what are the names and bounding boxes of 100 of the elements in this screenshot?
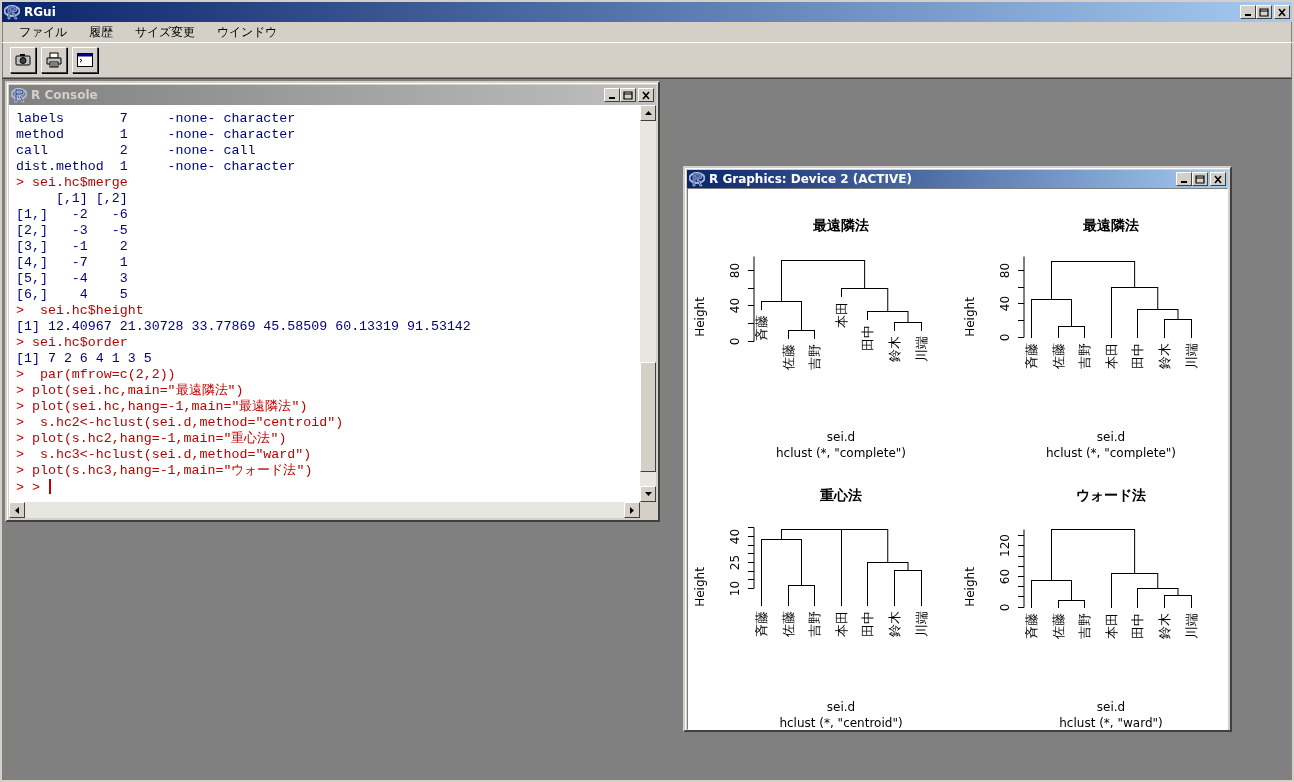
command-line: > plot(s.hc2,hang=-1,main="重心法") bbox=[16, 431, 288, 447]
tick-label: 10 bbox=[728, 580, 742, 597]
x-axis-label: sei.d bbox=[826, 430, 856, 444]
leaf-label: 斉藤 bbox=[1024, 342, 1039, 369]
output-line: [1] 12.40967 21.30728 33.77869 45.58509 60.13319 91.53142 bbox=[16, 319, 472, 335]
menu-item[interactable]: 履歴 bbox=[78, 23, 124, 41]
maximize-icon bbox=[1258, 6, 1270, 18]
output-line: [4,] -7 1 bbox=[16, 255, 129, 271]
plot-title: 重心法 bbox=[820, 487, 862, 503]
camera-icon bbox=[14, 51, 32, 69]
close-icon bbox=[1212, 173, 1224, 185]
down-arrow-icon bbox=[644, 492, 652, 496]
close-icon bbox=[640, 89, 652, 101]
close-button[interactable] bbox=[638, 88, 654, 102]
tick-label: 0 bbox=[728, 337, 742, 346]
command-line: > sei.hc$merge bbox=[16, 175, 129, 191]
leaf-label: 田中 bbox=[860, 324, 875, 351]
text-cursor bbox=[48, 479, 51, 494]
plot-title: 最遠隣法 bbox=[1083, 217, 1139, 233]
window-title: R Console bbox=[31, 87, 98, 104]
maximize-button[interactable] bbox=[1192, 172, 1208, 186]
leaf-label: 斉藤 bbox=[754, 314, 769, 341]
minimize-icon bbox=[1245, 14, 1251, 16]
open-button[interactable] bbox=[10, 47, 36, 73]
x-axis-label: sei.d bbox=[1096, 700, 1126, 714]
output-line: [1,] -2 -6 bbox=[16, 207, 129, 223]
output-line: [5,] -4 3 bbox=[16, 271, 129, 287]
command-line: > s.hc2<-hclust(sei.d,method="centroid") bbox=[16, 415, 345, 431]
leaf-label: 鈴木 bbox=[1157, 612, 1172, 639]
output-line: [3,] -1 2 bbox=[16, 239, 129, 255]
minimize-button[interactable] bbox=[604, 88, 620, 102]
tick-label: 80 bbox=[998, 262, 1012, 279]
maximize-button[interactable] bbox=[620, 88, 636, 102]
printer-icon bbox=[45, 51, 63, 69]
output-line: dist.method 1 -none- character bbox=[16, 159, 297, 175]
axis-label: Height bbox=[963, 297, 977, 337]
command-line: > sei.hc$height bbox=[16, 303, 145, 319]
leaf-label: 本田 bbox=[1104, 612, 1119, 639]
leaf-label: 鈴木 bbox=[887, 610, 902, 637]
menu-item[interactable]: ウインドウ bbox=[206, 23, 288, 41]
close-button[interactable] bbox=[1210, 172, 1226, 186]
leaf-label: 鈴木 bbox=[887, 335, 902, 362]
plot-subtitle: hclust (*, "complete") bbox=[1046, 446, 1176, 459]
minimize-button[interactable] bbox=[1240, 5, 1256, 19]
up-arrow-icon bbox=[644, 111, 652, 115]
tick-label: 0 bbox=[998, 603, 1012, 612]
right-arrow-icon bbox=[630, 506, 634, 514]
plot-subtitle: hclust (*, "complete") bbox=[776, 446, 906, 459]
command-line: > plot(sei.hc,hang=-1,main="最遠隣法") bbox=[16, 399, 309, 415]
tick-label: 25 bbox=[728, 554, 742, 571]
tick-label: 40 bbox=[998, 295, 1012, 312]
output-line: labels 7 -none- character bbox=[16, 111, 297, 127]
minimize-button[interactable] bbox=[1176, 172, 1192, 186]
leaf-label: 田中 bbox=[1130, 342, 1145, 369]
output-line: method 1 -none- character bbox=[16, 127, 297, 143]
leaf-label: 吉野 bbox=[807, 610, 822, 637]
x-axis-label: sei.d bbox=[1096, 430, 1126, 444]
print-button[interactable] bbox=[41, 47, 67, 73]
scroll-thumb[interactable] bbox=[640, 362, 656, 472]
window-title: R Graphics: Device 2 (ACTIVE) bbox=[709, 171, 912, 188]
vertical-scrollbar[interactable] bbox=[640, 105, 656, 502]
maximize-button[interactable] bbox=[1256, 5, 1272, 19]
leaf-label: 本田 bbox=[834, 301, 849, 328]
leaf-label: 本田 bbox=[1104, 342, 1119, 369]
leaf-label: 鈴木 bbox=[1157, 342, 1172, 369]
leaf-label: 佐藤 bbox=[1051, 612, 1066, 639]
command-line: > sei.hc$order bbox=[16, 335, 129, 351]
leaf-label: 田中 bbox=[1130, 612, 1145, 639]
tick-label: 40 bbox=[728, 297, 742, 314]
leaf-label: 吉野 bbox=[807, 343, 822, 370]
left-arrow-icon bbox=[15, 506, 19, 514]
window-title: RGui bbox=[24, 4, 56, 21]
plot-subtitle: hclust (*, "ward") bbox=[1059, 716, 1163, 729]
command-line: > plot(s.hc3,hang=-1,main="ウォード法") bbox=[16, 463, 314, 479]
menu-item[interactable]: サイズ変更 bbox=[124, 23, 206, 41]
close-button[interactable] bbox=[1274, 5, 1290, 19]
horizontal-scrollbar[interactable] bbox=[9, 502, 640, 518]
tick-label: 120 bbox=[998, 534, 1012, 557]
leaf-label: 佐藤 bbox=[781, 343, 796, 370]
tick-label: 40 bbox=[728, 528, 742, 545]
minimize-icon bbox=[609, 97, 615, 99]
minimize-icon bbox=[1181, 181, 1187, 183]
leaf-label: 佐藤 bbox=[1051, 342, 1066, 369]
leaf-label: 斉藤 bbox=[1024, 612, 1039, 639]
tick-label: 0 bbox=[998, 333, 1012, 342]
output-line: [2,] -3 -5 bbox=[16, 223, 129, 239]
prompt: > > bbox=[16, 480, 41, 495]
output-line: [6,] 4 5 bbox=[16, 287, 129, 303]
leaf-label: 佐藤 bbox=[781, 610, 796, 637]
axis-label: Height bbox=[963, 567, 977, 607]
output-line: call 2 -none- call bbox=[16, 143, 257, 159]
output-line: [1] 7 2 6 4 1 3 5 bbox=[16, 351, 153, 367]
maximize-icon bbox=[622, 89, 634, 101]
menu-item[interactable]: ファイル bbox=[8, 23, 78, 41]
console-button[interactable] bbox=[72, 47, 98, 73]
leaf-label: 川端 bbox=[1184, 612, 1199, 639]
y-axis bbox=[747, 527, 755, 589]
axis-label: Height bbox=[693, 297, 707, 337]
leaf-label: 川端 bbox=[914, 610, 929, 637]
leaf-label: 川端 bbox=[1184, 342, 1199, 369]
